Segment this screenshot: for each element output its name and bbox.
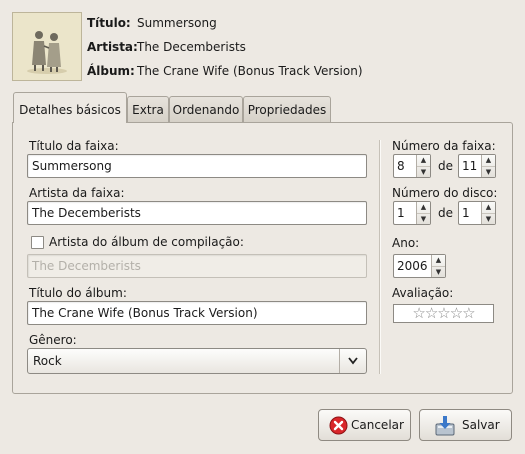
- header-album-label: Álbum:: [87, 64, 135, 78]
- header-title-value: Summersong: [137, 16, 217, 30]
- disc-number-spinner[interactable]: 1 ▲ ▼: [393, 201, 431, 225]
- tab-label: Propriedades: [247, 103, 327, 117]
- disc-total-value: 1: [462, 206, 470, 220]
- track-title-label: Título da faixa:: [29, 139, 119, 153]
- track-number-spinner[interactable]: 8 ▲ ▼: [393, 154, 431, 178]
- tab-properties[interactable]: Propriedades: [243, 96, 331, 122]
- spin-down-icon[interactable]: ▼: [482, 213, 495, 224]
- year-value: 2006: [397, 259, 428, 273]
- genre-label: Gênero:: [29, 333, 77, 347]
- header-title-label: Título:: [87, 16, 131, 30]
- spin-down-icon[interactable]: ▼: [482, 166, 495, 177]
- track-number-label: Número da faixa:: [392, 139, 496, 153]
- star-icon[interactable]: ☆: [462, 304, 475, 322]
- track-artist-input[interactable]: The Decemberists: [27, 201, 367, 225]
- spin-up-icon[interactable]: ▲: [482, 202, 495, 213]
- star-icon[interactable]: ☆: [437, 304, 450, 322]
- star-icon[interactable]: ☆: [425, 304, 438, 322]
- spin-up-icon[interactable]: ▲: [417, 155, 430, 166]
- star-icon[interactable]: ☆: [412, 304, 425, 322]
- rating-stars[interactable]: ☆☆☆☆☆: [393, 304, 494, 323]
- rating-label: Avaliação:: [392, 286, 454, 300]
- disc-number-value: 1: [397, 206, 405, 220]
- spin-up-icon[interactable]: ▲: [432, 255, 445, 266]
- cancel-button-label: Cancelar: [351, 418, 404, 432]
- track-artist-label: Artista da faixa:: [29, 186, 125, 200]
- spin-down-icon[interactable]: ▼: [417, 166, 430, 177]
- cancel-icon: [329, 416, 348, 438]
- album-cover-illustration: [13, 13, 81, 80]
- tab-basic-details[interactable]: Detalhes básicos: [13, 92, 127, 123]
- compilation-label: Artista do álbum de compilação:: [49, 235, 244, 249]
- save-icon: [434, 415, 456, 439]
- compilation-checkbox[interactable]: [31, 236, 44, 249]
- tab-sorting[interactable]: Ordenando: [169, 96, 243, 122]
- column-separator: [379, 140, 380, 374]
- header-artist-value: The Decemberists: [137, 40, 246, 54]
- spin-up-icon[interactable]: ▲: [482, 155, 495, 166]
- save-button-label: Salvar: [462, 418, 500, 432]
- save-button[interactable]: Salvar: [419, 409, 512, 441]
- album-cover-art: [12, 12, 82, 81]
- star-icon[interactable]: ☆: [450, 304, 463, 322]
- disc-number-label: Número do disco:: [392, 186, 498, 200]
- spin-down-icon[interactable]: ▼: [417, 213, 430, 224]
- track-number-value: 8: [397, 159, 405, 173]
- tab-label: Detalhes básicos: [19, 103, 121, 117]
- spin-up-icon[interactable]: ▲: [417, 202, 430, 213]
- album-title-label: Título do álbum:: [29, 286, 127, 300]
- tab-label: Ordenando: [172, 103, 240, 117]
- tab-extra[interactable]: Extra: [127, 96, 169, 122]
- track-title-input[interactable]: Summersong: [27, 154, 367, 178]
- chevron-down-icon[interactable]: [339, 349, 366, 373]
- header-album-value: The Crane Wife (Bonus Track Version): [137, 64, 363, 78]
- year-label: Ano:: [392, 236, 420, 250]
- track-total-spinner[interactable]: 11 ▲ ▼: [458, 154, 496, 178]
- header-artist-label: Artista:: [87, 40, 138, 54]
- cancel-button[interactable]: Cancelar: [318, 409, 411, 441]
- track-total-value: 11: [462, 159, 478, 173]
- album-artist-input: The Decemberists: [27, 254, 367, 278]
- year-spinner[interactable]: 2006 ▲ ▼: [393, 254, 446, 278]
- genre-combobox[interactable]: Rock: [27, 348, 367, 374]
- spin-down-icon[interactable]: ▼: [432, 266, 445, 277]
- tab-label: Extra: [132, 103, 164, 117]
- album-title-input[interactable]: The Crane Wife (Bonus Track Version): [27, 301, 367, 325]
- track-of-label: de: [438, 159, 453, 173]
- disc-total-spinner[interactable]: 1 ▲ ▼: [458, 201, 496, 225]
- genre-value: Rock: [33, 354, 62, 368]
- disc-of-label: de: [438, 206, 453, 220]
